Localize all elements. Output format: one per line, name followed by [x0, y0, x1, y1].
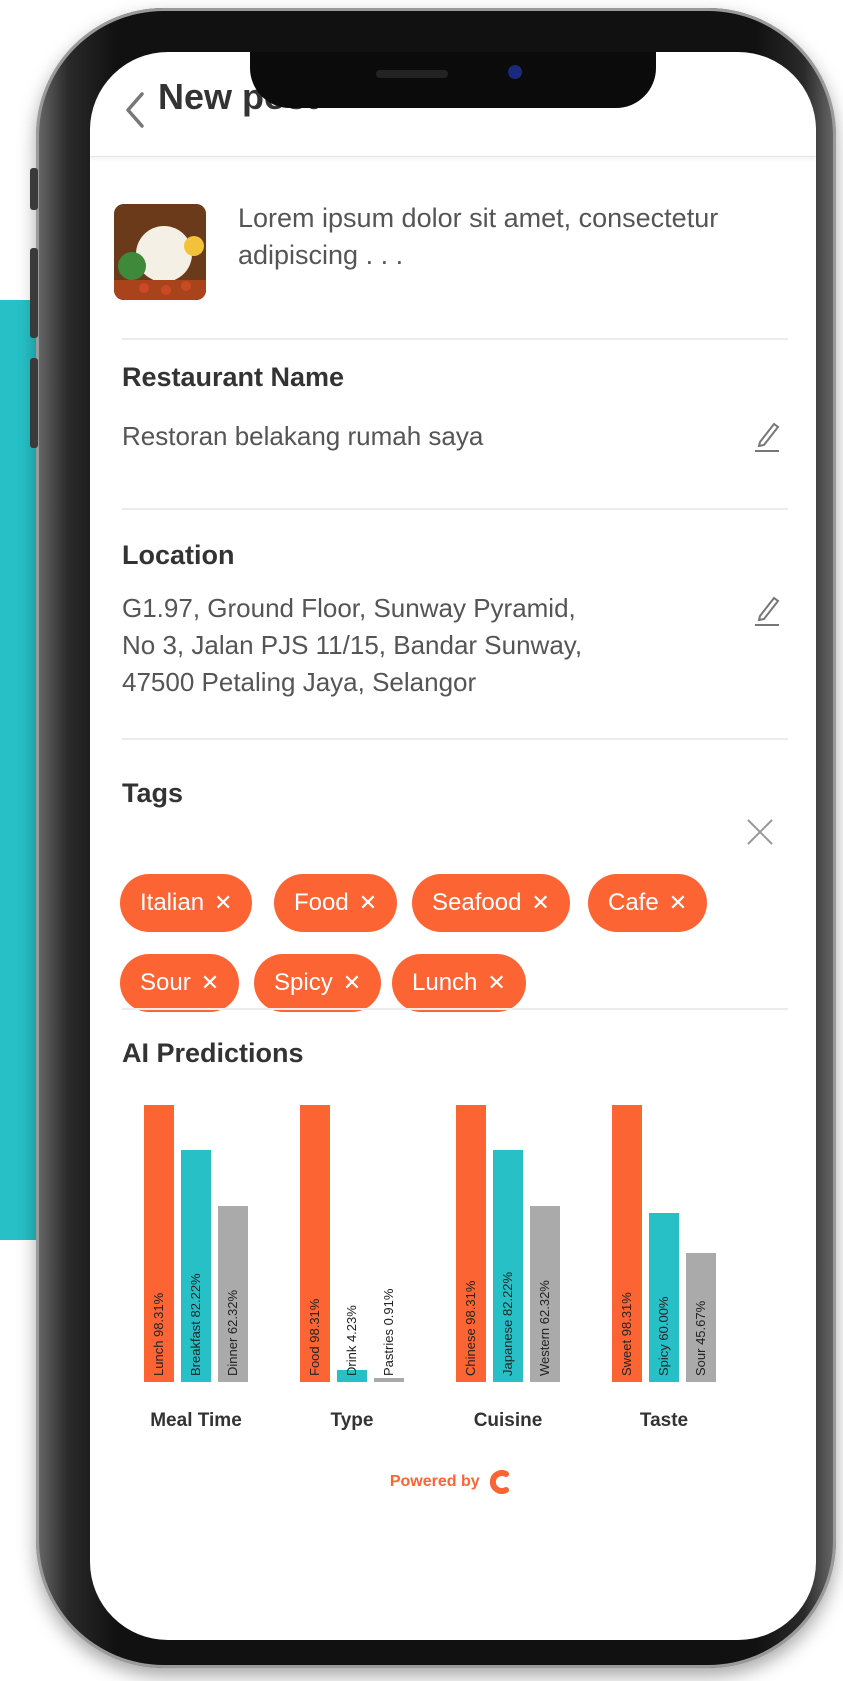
chart-category-label: Type [330, 1410, 374, 1431]
mute-switch [30, 168, 38, 210]
location-line: 47500 Petaling Jaya, Selangor [122, 667, 477, 697]
divider [122, 738, 788, 740]
chart-category-label: Taste [639, 1410, 689, 1431]
chart-bar-label: Drink 4.23% [344, 1305, 359, 1376]
tags-label: Tags [122, 778, 184, 808]
tag-label: Seafood [432, 889, 522, 916]
chart-bar-label: Pastries 0.91% [381, 1288, 396, 1376]
post-caption[interactable]: Lorem ipsum dolor sit amet, consectetur … [238, 200, 778, 274]
remove-tag-icon[interactable]: ✕ [531, 890, 549, 915]
volume-up-button [30, 248, 38, 338]
chart-bar-label: Japanese 82.22% [500, 1271, 515, 1376]
remove-tag-icon[interactable]: ✕ [359, 890, 377, 915]
divider [122, 508, 788, 510]
restaurant-name-value[interactable]: Restoran belakang rumah saya [122, 418, 682, 455]
tag-chip[interactable]: Seafood ✕ [412, 874, 570, 932]
chart-bar-label: Dinner 62.32% [225, 1290, 240, 1376]
food-photo-icon [114, 204, 206, 300]
tag-chip[interactable]: Lunch ✕ [392, 954, 526, 1012]
powered-by-footer: Powered by [90, 1470, 816, 1494]
remove-tag-icon[interactable]: ✕ [201, 970, 219, 995]
chart-category-label: Cuisine [473, 1410, 543, 1431]
chart-category-label: Meal Time [150, 1410, 242, 1431]
chart-bar-label: Chinese 98.31% [463, 1280, 478, 1376]
camera-notch [250, 52, 656, 108]
tag-chip[interactable]: Spicy ✕ [254, 954, 382, 1012]
tag-chip[interactable]: Sour ✕ [120, 954, 240, 1012]
location-value[interactable]: G1.97, Ground Floor, Sunway Pyramid, No … [122, 590, 682, 701]
front-camera [508, 65, 522, 79]
chart-bar [374, 1378, 404, 1382]
edit-pencil-icon[interactable] [752, 418, 782, 454]
brand-logo-icon [490, 1470, 510, 1494]
tag-chip[interactable]: Food ✕ [274, 874, 398, 932]
ai-predictions-label: AI Predictions [122, 1038, 304, 1068]
restaurant-name-label: Restaurant Name [122, 362, 345, 392]
chart-bar-label: Western 62.32% [537, 1280, 552, 1376]
edit-pencil-icon[interactable] [752, 592, 782, 628]
chart-bar-label: Spicy 60.00% [656, 1296, 671, 1377]
chart-bar-label: Food 98.31% [307, 1298, 322, 1376]
speaker-grill [376, 70, 448, 78]
phone-screen: New post Lorem ipsum dolor sit amet, con… [90, 52, 816, 1640]
divider [122, 1008, 788, 1010]
tag-chip[interactable]: Cafe ✕ [588, 874, 708, 932]
chart-bar-label: Breakfast 82.22% [188, 1273, 203, 1376]
tag-label: Lunch [412, 969, 478, 996]
tag-label: Sour [140, 969, 191, 996]
location-line: No 3, Jalan PJS 11/15, Bandar Sunway, [122, 630, 583, 660]
remove-tag-icon[interactable]: ✕ [214, 890, 232, 915]
chart-bar-label: Sour 45.67% [693, 1300, 708, 1376]
volume-down-button [30, 358, 38, 448]
tag-label: Cafe [608, 889, 659, 916]
remove-tag-icon[interactable]: ✕ [487, 970, 505, 995]
tag-chip[interactable]: Italian ✕ [120, 874, 253, 932]
remove-tag-icon[interactable]: ✕ [669, 890, 687, 915]
chart-bar-label: Lunch 98.31% [151, 1292, 166, 1376]
powered-by-text: Powered by [389, 1473, 480, 1491]
location-line: G1.97, Ground Floor, Sunway Pyramid, [122, 593, 576, 623]
remove-tag-icon[interactable]: ✕ [343, 970, 361, 995]
clear-tags-close-icon[interactable] [746, 818, 774, 846]
post-thumbnail[interactable] [114, 204, 206, 300]
chart-bar-label: Sweet 98.31% [619, 1292, 634, 1376]
tag-label: Spicy [274, 969, 333, 996]
location-label: Location [122, 540, 235, 570]
tag-label: Food [294, 889, 349, 916]
divider [122, 338, 788, 340]
tag-label: Italian [140, 889, 205, 916]
back-chevron-icon[interactable] [122, 90, 148, 130]
